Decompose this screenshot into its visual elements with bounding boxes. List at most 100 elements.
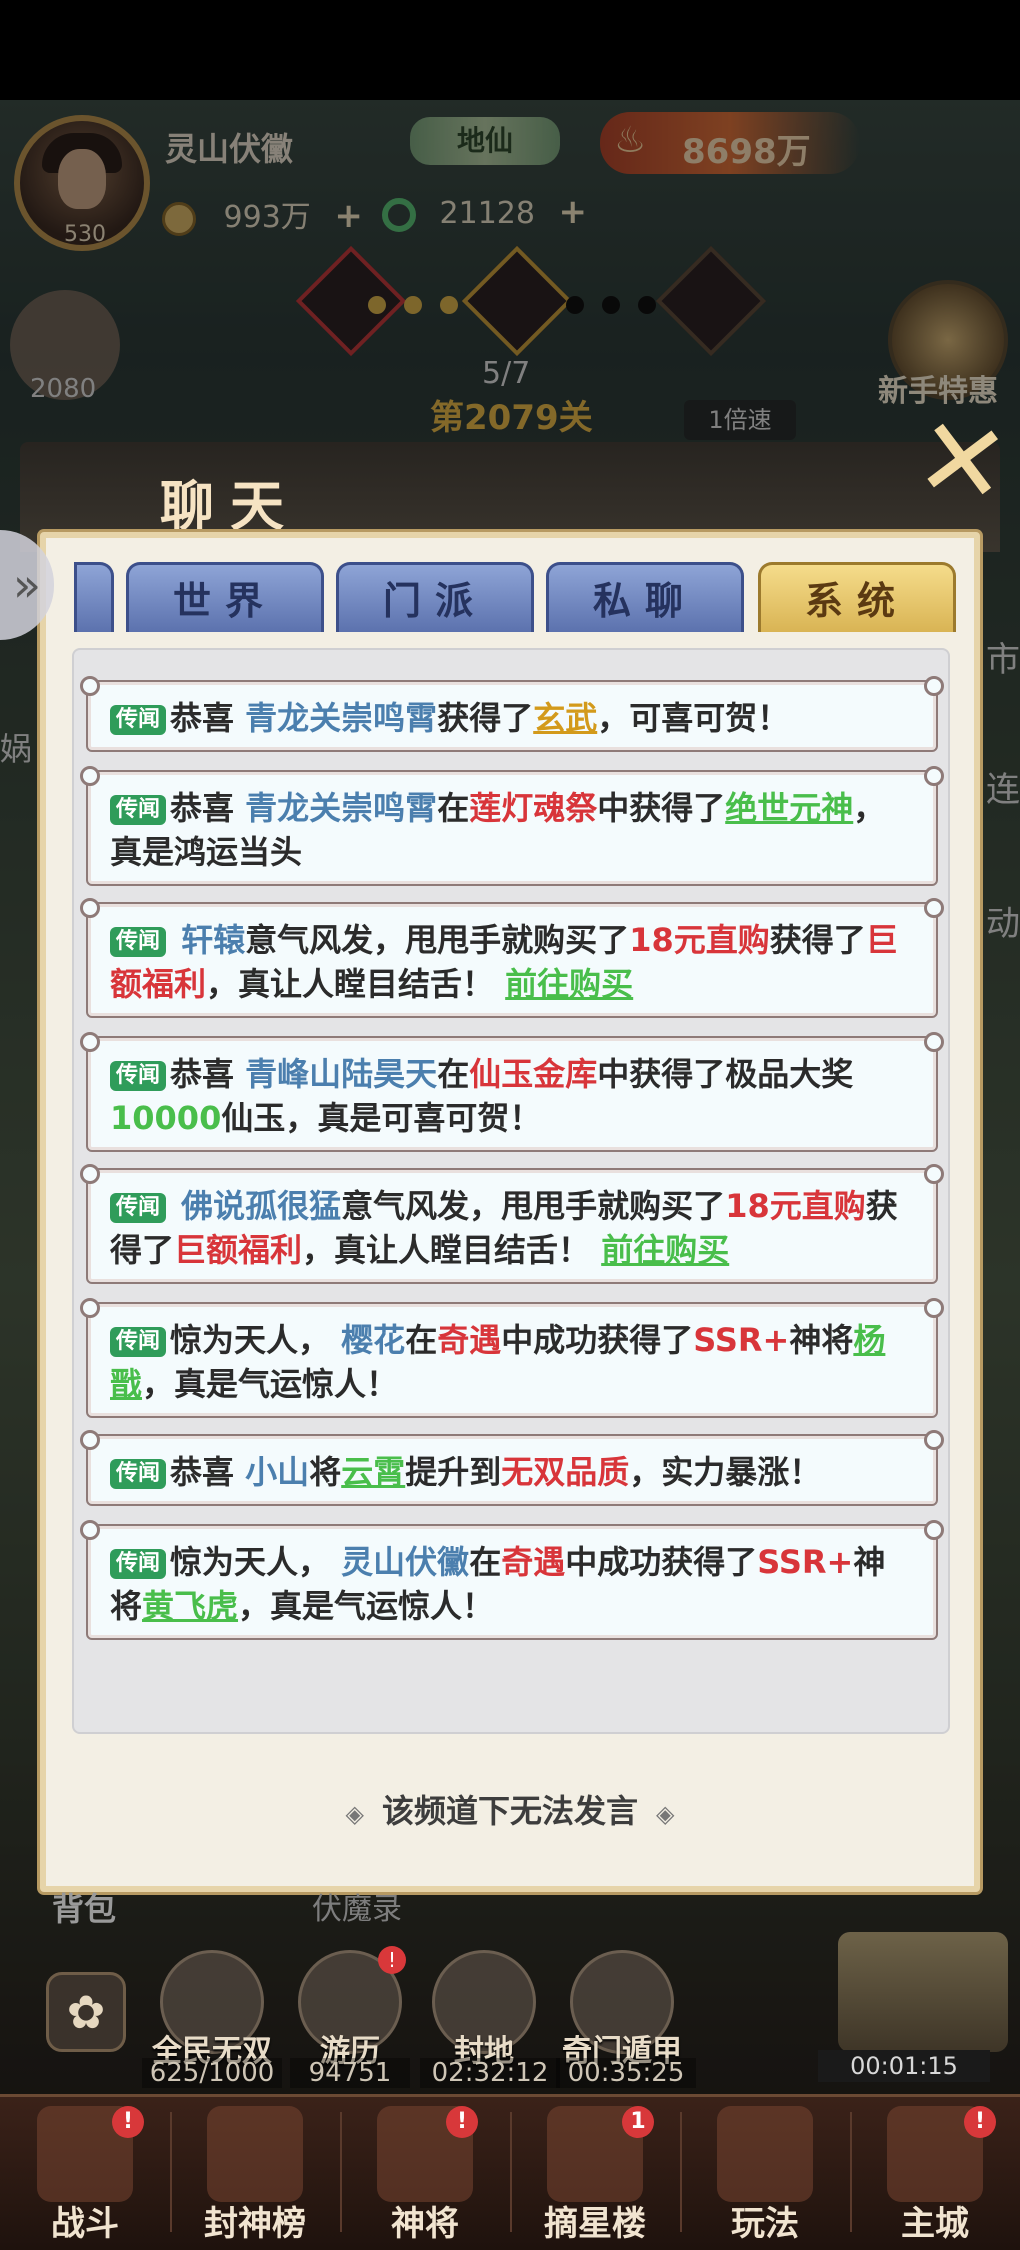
feature-stat: 625/1000 bbox=[142, 2058, 282, 2088]
message-text: SSR+ bbox=[693, 1321, 790, 1359]
message-link[interactable]: 黄飞虎 bbox=[142, 1587, 238, 1625]
message-link[interactable]: 绝世元神 bbox=[725, 789, 853, 827]
deco-icon: ◈ bbox=[656, 1800, 675, 1828]
no-speak-notice: ◈ 该频道下无法发言 ◈ bbox=[0, 1786, 1020, 1832]
message-text: 恭喜 bbox=[170, 699, 246, 737]
message-text: 意气风发，甩甩手就购买了 bbox=[245, 921, 630, 959]
tab-sect[interactable]: 门派 bbox=[336, 562, 534, 632]
chat-tabs: 世界 门派 私聊 系统 bbox=[74, 562, 964, 632]
list-item: 传闻 惊为天人， 灵山伏黴在奇遇中成功获得了SSR+神将黄飞虎，真是气运惊人！ bbox=[80, 1520, 944, 1640]
feature-fengdi[interactable]: 封地 bbox=[424, 1950, 544, 2070]
nav-gameplay[interactable]: 玩法 bbox=[680, 2100, 850, 2250]
alert-badge: ! bbox=[378, 1946, 406, 1974]
message-link[interactable]: 灵山伏黴 bbox=[341, 1543, 469, 1581]
message-link[interactable]: 前往购买 bbox=[505, 965, 633, 1003]
alert-badge: 1 bbox=[622, 2106, 654, 2138]
rumor-tag: 传闻 bbox=[110, 1327, 167, 1357]
list-item: 传闻 轩辕意气风发，甩甩手就购买了18元直购获得了巨额福利，真让人瞠目结舌！ 前… bbox=[80, 898, 944, 1018]
message-text: 恭喜 bbox=[170, 789, 246, 827]
rumor-tag: 传闻 bbox=[110, 1459, 167, 1489]
message-text: 中获得了极品大奖 bbox=[597, 1055, 854, 1093]
message-text: 惊为天人， bbox=[170, 1321, 342, 1359]
message-text: ，真是气运惊人！ bbox=[238, 1587, 495, 1625]
nav-label: 战斗 bbox=[51, 2204, 119, 2244]
treasure-chest-icon[interactable] bbox=[838, 1932, 1008, 2052]
list-item: 传闻 恭喜 青龙关崇鸣霄获得了玄武，可喜可贺！ bbox=[80, 676, 944, 752]
message-text: 仙玉金库 bbox=[469, 1055, 598, 1093]
feature-qimen[interactable]: 奇门遁甲 bbox=[560, 1950, 684, 2070]
feature-stat: 02:32:12 bbox=[420, 2058, 560, 2088]
alert-badge: ! bbox=[446, 2106, 478, 2138]
nav-label: 玩法 bbox=[731, 2204, 799, 2244]
deco-icon: ◈ bbox=[345, 1800, 364, 1828]
alert-badge: ! bbox=[112, 2106, 144, 2138]
nav-label: 摘星楼 bbox=[544, 2204, 646, 2244]
tab-world[interactable]: 世界 bbox=[126, 562, 324, 632]
message-text bbox=[170, 921, 181, 959]
message-text: 在 bbox=[437, 1055, 470, 1093]
tab-system[interactable]: 系统 bbox=[758, 562, 956, 632]
rumor-tag: 传闻 bbox=[110, 705, 167, 735]
message-text: ，可喜可贺！ bbox=[597, 699, 790, 737]
gameplay-icon bbox=[717, 2106, 813, 2202]
bag-label[interactable]: 背包 bbox=[52, 1884, 116, 1930]
feature-quanmin[interactable]: 全民无双 bbox=[152, 1950, 272, 2070]
scroll-icon bbox=[207, 2106, 303, 2202]
flower-icon[interactable]: ✿ bbox=[46, 1972, 126, 2052]
message-text: 中获得了 bbox=[597, 789, 726, 827]
no-speak-text: 该频道下无法发言 bbox=[381, 1792, 638, 1830]
message-text: 巨额福利 bbox=[174, 1231, 303, 1269]
message-text: 将 bbox=[309, 1453, 342, 1491]
message-link[interactable]: 轩辕 bbox=[181, 921, 245, 959]
message-link[interactable]: 樱花 bbox=[341, 1321, 405, 1359]
message-text: 获得了 bbox=[437, 699, 534, 737]
nav-generals[interactable]: 神将 bbox=[340, 2100, 510, 2250]
message-text: 恭喜 bbox=[170, 1453, 246, 1491]
rumor-tag: 传闻 bbox=[110, 1549, 167, 1579]
message-text: 获得了 bbox=[769, 921, 866, 959]
message-link[interactable]: 云霄 bbox=[341, 1453, 405, 1491]
message-text: 莲灯魂祭 bbox=[469, 789, 598, 827]
message-text: ，真让人瞠目结舌！ bbox=[206, 965, 506, 1003]
rumor-tag: 传闻 bbox=[110, 795, 167, 825]
message-text: SSR+ bbox=[757, 1543, 854, 1581]
tab-partial bbox=[74, 562, 114, 632]
message-link[interactable]: 佛说孤很猛 bbox=[181, 1187, 341, 1225]
alert-badge: ! bbox=[964, 2106, 996, 2138]
message-link[interactable]: 前往购买 bbox=[601, 1231, 729, 1269]
nav-fengshen[interactable]: 封神榜 bbox=[170, 2100, 340, 2250]
list-item: 传闻 恭喜 青龙关崇鸣霄在莲灯魂祭中获得了绝世元神，真是鸿运当头 bbox=[80, 766, 944, 886]
message-text: ，真让人瞠目结舌！ bbox=[302, 1231, 602, 1269]
message-link[interactable]: 青龙关崇鸣霄 bbox=[245, 699, 437, 737]
message-link[interactable]: 小山 bbox=[245, 1453, 309, 1491]
message-link[interactable]: 玄武 bbox=[533, 699, 597, 737]
message-text: 在 bbox=[469, 1543, 502, 1581]
message-text: 奇遇 bbox=[501, 1543, 566, 1581]
chat-title: 聊天 bbox=[160, 475, 300, 538]
close-icon[interactable]: ✕ bbox=[908, 391, 1017, 531]
message-text: 仙玉，真是可喜可贺！ bbox=[221, 1099, 542, 1137]
list-item: 传闻 惊为天人， 樱花在奇遇中成功获得了SSR+神将杨戬，真是气运惊人！ bbox=[80, 1298, 944, 1418]
nav-label: 神将 bbox=[391, 2204, 459, 2244]
message-text: 中成功获得了 bbox=[565, 1543, 758, 1581]
message-text: 意气风发，甩甩手就购买了 bbox=[341, 1187, 726, 1225]
nav-tower[interactable]: 摘星楼 bbox=[510, 2100, 680, 2250]
message-text bbox=[170, 1187, 181, 1225]
message-text: ，实力暴涨！ bbox=[629, 1453, 822, 1491]
message-text: 无双品质 bbox=[501, 1453, 630, 1491]
message-text: 奇遇 bbox=[437, 1321, 502, 1359]
message-text: 在 bbox=[405, 1321, 438, 1359]
treasure-timer: 00:01:15 bbox=[818, 2050, 990, 2082]
message-text: 在 bbox=[437, 789, 470, 827]
list-item: 传闻 佛说孤很猛意气风发，甩甩手就购买了18元直购获得了巨额福利，真让人瞠目结舌… bbox=[80, 1164, 944, 1284]
message-link[interactable]: 青龙关崇鸣霄 bbox=[245, 789, 437, 827]
rumor-tag: 传闻 bbox=[110, 1193, 167, 1223]
tab-private[interactable]: 私聊 bbox=[546, 562, 744, 632]
message-link[interactable]: 青峰山陆昊天 bbox=[245, 1055, 437, 1093]
faded-label: 伏魔录 bbox=[312, 1892, 402, 1927]
message-text: 提升到 bbox=[405, 1453, 502, 1491]
list-item: 传闻 恭喜 小山将云霄提升到无双品质，实力暴涨！ bbox=[80, 1430, 944, 1506]
list-item: 传闻 恭喜 青峰山陆昊天在仙玉金库中获得了极品大奖 10000仙玉，真是可喜可贺！ bbox=[80, 1032, 944, 1152]
nav-battle[interactable]: 战斗 bbox=[0, 2100, 170, 2250]
message-text: 神将 bbox=[789, 1321, 854, 1359]
